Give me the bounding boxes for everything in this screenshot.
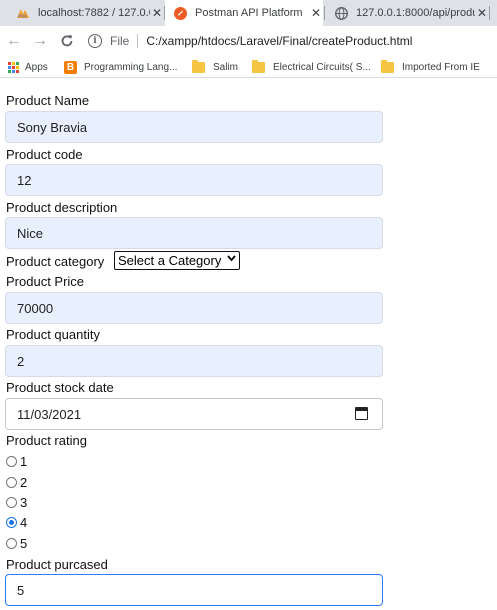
info-icon[interactable]: i: [88, 34, 102, 48]
rating-option-label: 5: [20, 535, 28, 551]
bookmark-imported-from-ie[interactable]: Imported From IE: [381, 56, 480, 78]
bookmark-programming-lang[interactable]: B Programming Lang...: [64, 56, 177, 78]
bookmark-label: Apps: [25, 61, 48, 73]
category-selected-value: Select a Category: [118, 253, 222, 268]
blogger-icon: B: [64, 60, 77, 74]
folder-icon: [252, 59, 265, 73]
globe-icon: [334, 6, 348, 20]
security-label: File: [110, 34, 130, 48]
rating-option-3[interactable]: 3: [6, 494, 27, 510]
tab-title: Postman API Platform: [195, 7, 303, 19]
rating-option-2[interactable]: 2: [6, 474, 27, 490]
bookmark-apps[interactable]: Apps: [8, 56, 48, 78]
product-description-label: Product description: [6, 200, 118, 215]
product-stock-date-input[interactable]: 11/03/2021: [5, 398, 383, 430]
apps-grid-dot: [8, 65, 11, 69]
address-bar[interactable]: i File C:/xampp/htdocs/Laravel/Final/cre…: [88, 29, 497, 53]
rating-option-1[interactable]: 1: [6, 453, 27, 469]
tab-strip: PMA localhost:7882 / 127.0.0.1 ✕ Postman…: [0, 0, 497, 26]
omnibox-divider: [137, 34, 139, 48]
tab-postman[interactable]: Postman API Platform ✕: [165, 0, 323, 26]
product-category-select[interactable]: Select a Category: [114, 251, 240, 270]
svg-text:PMA: PMA: [18, 14, 27, 19]
folder-icon: [381, 59, 394, 73]
product-code-input[interactable]: 12: [5, 164, 383, 196]
product-category-label: Product category: [6, 254, 105, 269]
rating-option-label: 4: [20, 514, 28, 530]
product-quantity-input[interactable]: 2: [5, 345, 383, 377]
browser-toolbar: ← → i File C:/xampp/htdocs/Laravel/Final…: [0, 26, 497, 56]
bookmark-label: Programming Lang...: [84, 61, 178, 73]
tab-title: localhost:7882 / 127.0.0.1: [38, 7, 150, 19]
apps-grid-dot: [12, 65, 15, 69]
product-purchased-label: Product purcased: [6, 557, 108, 572]
apps-grid-dot: [12, 61, 15, 65]
bookmarks-bar: Apps B Programming Lang... Salim Electri…: [0, 56, 497, 78]
product-name-label: Product Name: [6, 93, 90, 108]
product-quantity-label: Product quantity: [6, 327, 100, 342]
rating-option-5[interactable]: 5: [6, 535, 27, 551]
phpmyadmin-icon: PMA: [16, 6, 30, 20]
bookmark-electrical-circuits[interactable]: Electrical Circuits( S...: [252, 56, 371, 78]
tab-phpmyadmin[interactable]: PMA localhost:7882 / 127.0.0.1 ✕: [0, 0, 164, 26]
postman-icon: [173, 6, 187, 20]
close-icon[interactable]: ✕: [475, 6, 489, 20]
radio-button[interactable]: [6, 537, 17, 549]
product-purchased-input[interactable]: 5: [5, 574, 383, 606]
rating-option-label: 2: [20, 474, 28, 490]
rating-option-label: 1: [20, 453, 28, 469]
apps-grid-dot: [16, 65, 19, 69]
radio-button[interactable]: [6, 476, 17, 488]
url-text: C:/xampp/htdocs/Laravel/Final/createProd…: [146, 34, 413, 48]
close-icon[interactable]: ✕: [309, 6, 323, 20]
stock-date-value: 11/03/2021: [17, 406, 82, 422]
tab-divider: [489, 6, 490, 20]
bookmark-salim[interactable]: Salim: [192, 56, 238, 78]
apps-grid-dot: [16, 69, 19, 73]
forward-button[interactable]: →: [29, 26, 51, 56]
calendar-icon[interactable]: [355, 407, 368, 420]
apps-grid-dot: [8, 69, 11, 73]
bookmark-label: Salim: [213, 61, 239, 73]
tab-title: 127.0.0.1:8000/api/products: [356, 7, 475, 19]
bookmark-label: Imported From IE: [402, 61, 480, 73]
reload-button[interactable]: [56, 26, 78, 56]
product-price-label: Product Price: [6, 274, 85, 289]
radio-button[interactable]: [6, 455, 17, 467]
radio-button-checked[interactable]: [6, 516, 17, 528]
bookmark-label: Electrical Circuits( S...: [273, 61, 371, 73]
reload-icon: [61, 35, 73, 47]
apps-grid-dot: [8, 61, 11, 65]
product-description-input[interactable]: Nice: [5, 217, 383, 249]
product-rating-label: Product rating: [6, 433, 87, 448]
apps-grid-icon: [8, 61, 19, 73]
product-stock-date-label: Product stock date: [6, 380, 114, 395]
radio-button[interactable]: [6, 496, 17, 508]
product-code-label: Product code: [6, 147, 83, 162]
product-price-input[interactable]: 70000: [5, 292, 383, 324]
apps-grid-dot: [12, 69, 15, 73]
product-name-input[interactable]: Sony Bravia: [5, 111, 383, 143]
folder-icon: [192, 59, 205, 73]
back-button[interactable]: ←: [3, 26, 25, 56]
close-icon[interactable]: ✕: [150, 6, 164, 20]
rating-option-label: 3: [20, 494, 28, 510]
rating-option-4[interactable]: 4: [6, 514, 27, 530]
apps-grid-dot: [16, 61, 19, 65]
chevron-down-icon: [227, 254, 236, 265]
tab-api-products[interactable]: 127.0.0.1:8000/api/products ✕: [325, 0, 489, 26]
